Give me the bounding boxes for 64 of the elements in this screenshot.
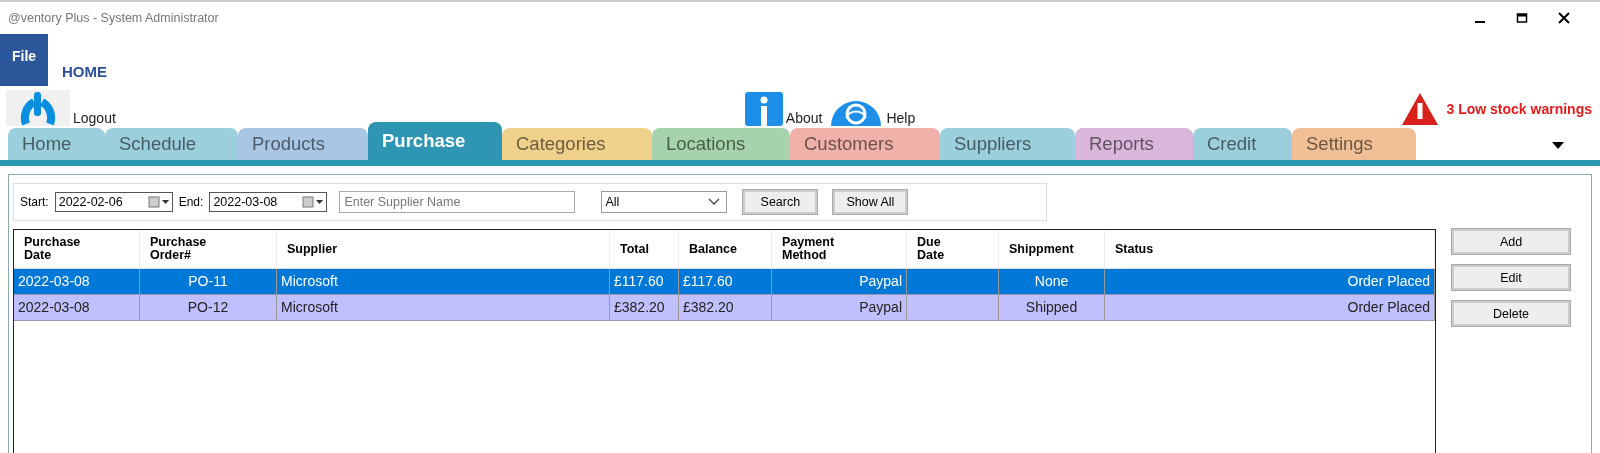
table-cell: Shipped [1025, 299, 1078, 315]
table-cell: Microsoft [281, 273, 338, 289]
table-cell: Order Placed [1347, 273, 1430, 289]
window-title: @ventory Plus - System Administrator [8, 11, 219, 25]
table-cell: 2022-03-08 [18, 273, 90, 289]
tab[interactable]: Reports [1075, 128, 1193, 160]
action-button[interactable]: Edit [1452, 265, 1570, 290]
about-label[interactable]: About [785, 110, 823, 126]
tab[interactable]: Schedule [105, 128, 238, 160]
tab[interactable]: Customers [790, 128, 940, 160]
tab[interactable]: Locations [652, 128, 790, 160]
calendar-icon[interactable] [302, 196, 325, 208]
column-header[interactable]: Supplier [287, 242, 337, 256]
tab[interactable]: Suppliers [940, 128, 1075, 160]
action-button[interactable]: Delete [1452, 301, 1570, 326]
power-icon[interactable] [6, 90, 70, 126]
table-row[interactable]: 2022-03-08 PO-11 Microsoft £117.60 £117.60 Paypal None Order Placed [14, 269, 1435, 295]
warning-icon[interactable] [1400, 92, 1439, 126]
calendar-icon[interactable] [147, 196, 170, 208]
table-cell: 2022-03-08 [18, 299, 90, 315]
table-cell: Microsoft [281, 299, 338, 315]
file-button[interactable]: File [0, 34, 48, 86]
table-cell: PO-11 [188, 273, 228, 289]
column-header[interactable]: Due Date [917, 236, 945, 262]
table-cell: None [1034, 273, 1069, 289]
end-label: End: [178, 195, 204, 209]
ribbon-tab[interactable]: HOME [62, 63, 107, 80]
table-cell: £117.60 [614, 273, 664, 289]
tab[interactable]: Credit [1193, 128, 1292, 160]
column-header[interactable]: Total [620, 242, 649, 256]
tab[interactable]: Settings [1292, 128, 1416, 160]
show-all-button[interactable]: Show All [833, 190, 908, 214]
column-header[interactable]: Payment Method [782, 236, 835, 262]
close-icon[interactable] [1558, 12, 1570, 24]
table-cell: £382.20 [683, 299, 734, 315]
column-header[interactable]: Purchase Order# [150, 236, 207, 262]
table-cell: PO-12 [187, 299, 229, 315]
search-button[interactable]: Search [743, 190, 818, 214]
low-stock-warning[interactable]: 3 Low stock warnings [1446, 101, 1592, 117]
column-header[interactable]: Shippment [1009, 242, 1074, 256]
help-label[interactable]: Help [886, 110, 916, 126]
column-header[interactable]: Status [1115, 242, 1154, 256]
start-date-picker[interactable]: 2022-02-06 [54, 192, 173, 212]
tab[interactable]: Categories [502, 128, 652, 160]
action-button[interactable]: Add [1452, 229, 1570, 254]
maximize-icon[interactable] [1516, 12, 1528, 24]
supplier-search-field[interactable]: Enter Supplier Name [339, 191, 576, 213]
table-cell: Paypal [859, 299, 902, 315]
table-cell: Order Placed [1347, 299, 1430, 315]
start-label: Start: [20, 195, 49, 209]
table-cell: £382.20 [614, 299, 665, 315]
column-header[interactable]: Balance [689, 242, 737, 256]
info-icon[interactable] [744, 92, 783, 126]
column-header[interactable]: Purchase Date [24, 236, 81, 262]
table-cell: Paypal [859, 273, 902, 289]
table-cell: £117.60 [683, 273, 733, 289]
caret-icon[interactable] [1552, 142, 1564, 150]
tab[interactable]: Products [238, 128, 368, 160]
status-dropdown[interactable]: All [601, 191, 728, 213]
tab[interactable]: Home [8, 128, 105, 160]
end-date-picker[interactable]: 2022-03-08 [209, 192, 328, 212]
table-row[interactable]: 2022-03-08 PO-12 Microsoft £382.20 £382.20 Paypal Shipped Order Placed [14, 295, 1435, 321]
logout-label[interactable]: Logout [73, 110, 116, 126]
chevron-icon[interactable] [708, 198, 721, 206]
